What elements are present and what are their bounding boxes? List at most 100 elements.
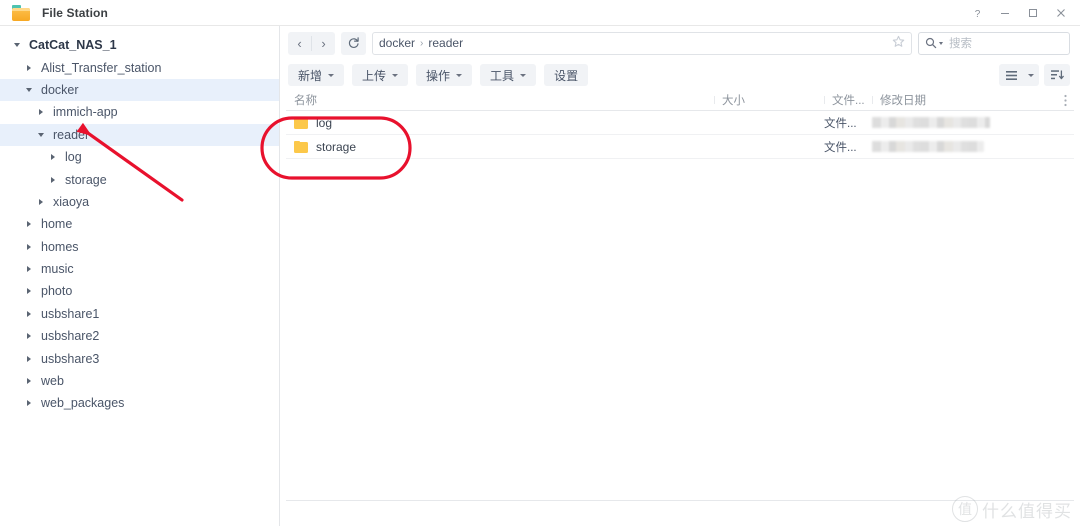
- chevron-down-icon[interactable]: [10, 43, 24, 48]
- sidebar-item-xiaoya[interactable]: xiaoya: [0, 191, 279, 213]
- sidebar-item-storage[interactable]: storage: [0, 168, 279, 190]
- file-name-cell[interactable]: storage: [286, 140, 714, 154]
- sidebar-item-label: homes: [41, 239, 79, 254]
- tools-button[interactable]: 工具: [480, 64, 537, 86]
- folder-icon: [12, 4, 30, 21]
- list-view-icon[interactable]: [999, 70, 1023, 81]
- chevron-down-icon[interactable]: [22, 87, 36, 92]
- close-button[interactable]: [1048, 1, 1074, 25]
- search-icon: [925, 37, 937, 49]
- sidebar-item-label: web_packages: [41, 396, 125, 411]
- file-name-label: storage: [316, 139, 357, 154]
- star-icon[interactable]: [892, 35, 905, 51]
- nav-buttons: ‹ ›: [288, 31, 335, 55]
- folder-tree-sidebar[interactable]: CatCat_NAS_1 Alist_Transfer_stationdocker…: [0, 26, 280, 526]
- chevron-right-icon[interactable]: [22, 64, 36, 71]
- sidebar-item-home[interactable]: home: [0, 213, 279, 235]
- column-header-date[interactable]: 修改日期: [872, 92, 1056, 108]
- action-button[interactable]: 操作: [416, 64, 473, 86]
- status-bar: [286, 500, 1074, 526]
- sidebar-item-label: immich-app: [53, 105, 118, 120]
- chevron-down-icon: [392, 73, 399, 77]
- file-name-cell[interactable]: log: [286, 116, 714, 130]
- column-header-size[interactable]: 大小: [714, 92, 824, 108]
- upload-button[interactable]: 上传: [352, 64, 409, 86]
- sidebar-item-immich-app[interactable]: immich-app: [0, 101, 279, 123]
- file-list-empty-area: [286, 159, 1074, 500]
- sidebar-item-homes[interactable]: homes: [0, 236, 279, 258]
- column-header-type[interactable]: 文件...: [824, 92, 872, 108]
- file-station-window: File Station ? CatCat_NAS_1 Alist_Transfe…: [0, 0, 1080, 526]
- sidebar-item-label: usbshare2: [41, 329, 100, 344]
- help-button[interactable]: ?: [964, 1, 990, 25]
- chevron-right-icon[interactable]: [34, 109, 48, 116]
- sidebar-item-catcat-nas-1[interactable]: CatCat_NAS_1: [0, 34, 279, 56]
- button-label: 工具: [490, 68, 515, 83]
- sidebar-item-reader[interactable]: reader: [0, 123, 279, 146]
- chevron-right-icon[interactable]: [46, 176, 60, 183]
- sidebar-item-label: xiaoya: [53, 194, 90, 209]
- file-list: 名称 大小 文件... 修改日期 log 文件... storage 文件...: [280, 90, 1080, 500]
- chevron-right-icon[interactable]: [22, 355, 36, 362]
- table-row[interactable]: log 文件...: [286, 111, 1074, 135]
- chevron-down-icon: [328, 73, 335, 77]
- chevron-right-icon[interactable]: [34, 198, 48, 205]
- sidebar-item-label: Alist_Transfer_station: [41, 60, 162, 75]
- sidebar-item-label: docker: [41, 82, 79, 97]
- chevron-down-icon: [456, 73, 463, 77]
- file-type-cell: 文件...: [824, 117, 857, 130]
- chevron-right-icon[interactable]: [22, 333, 36, 340]
- svg-text:?: ?: [974, 9, 980, 19]
- new-button[interactable]: 新增: [288, 64, 345, 86]
- search-input[interactable]: 搜索: [918, 31, 1070, 55]
- breadcrumb-item-reader[interactable]: reader: [428, 36, 463, 50]
- sort-icon[interactable]: [1044, 64, 1070, 86]
- refresh-button[interactable]: [341, 31, 366, 55]
- chevron-down-icon: [520, 73, 527, 77]
- sidebar-item-alist-transfer-station[interactable]: Alist_Transfer_station: [0, 56, 279, 78]
- sidebar-item-music[interactable]: music: [0, 258, 279, 280]
- action-toolbar: 新增 上传 操作 工具 设置: [280, 60, 1080, 90]
- breadcrumb-item-docker[interactable]: docker: [379, 36, 415, 50]
- window-title: File Station: [42, 5, 108, 20]
- sidebar-item-label: usbshare1: [41, 306, 100, 321]
- button-label: 操作: [426, 68, 451, 83]
- button-label: 新增: [298, 68, 323, 83]
- chevron-right-icon[interactable]: [22, 243, 36, 250]
- chevron-down-icon[interactable]: [1023, 73, 1039, 77]
- back-button[interactable]: ‹: [288, 32, 311, 55]
- maximize-button[interactable]: [1020, 1, 1046, 25]
- sidebar-item-docker[interactable]: docker: [0, 78, 279, 102]
- file-date-cell: [872, 141, 1056, 152]
- chevron-right-icon[interactable]: [22, 378, 36, 385]
- sidebar-item-label: usbshare3: [41, 351, 100, 366]
- column-header-name[interactable]: 名称: [286, 92, 714, 108]
- settings-button[interactable]: 设置: [544, 64, 589, 86]
- kebab-menu-icon[interactable]: [1056, 94, 1074, 107]
- sidebar-item-log[interactable]: log: [0, 146, 279, 168]
- chevron-right-icon[interactable]: [46, 154, 60, 161]
- minimize-button[interactable]: [992, 1, 1018, 25]
- sidebar-item-usbshare3[interactable]: usbshare3: [0, 347, 279, 369]
- sidebar-item-label: reader: [53, 127, 90, 142]
- chevron-right-icon[interactable]: [22, 221, 36, 228]
- forward-button[interactable]: ›: [312, 32, 335, 55]
- sidebar-item-web-packages[interactable]: web_packages: [0, 392, 279, 414]
- chevron-right-icon[interactable]: [22, 288, 36, 295]
- sidebar-item-label: photo: [41, 284, 73, 299]
- sidebar-item-usbshare2[interactable]: usbshare2: [0, 325, 279, 347]
- file-type-cell: 文件...: [824, 141, 857, 154]
- table-row[interactable]: storage 文件...: [286, 135, 1074, 159]
- chevron-down-icon[interactable]: [34, 132, 48, 137]
- button-label: 设置: [554, 68, 579, 83]
- breadcrumb[interactable]: docker › reader: [372, 31, 912, 55]
- chevron-down-icon[interactable]: [939, 41, 943, 45]
- chevron-right-icon[interactable]: [22, 310, 36, 317]
- sidebar-item-usbshare1[interactable]: usbshare1: [0, 303, 279, 325]
- chevron-right-icon[interactable]: [22, 266, 36, 273]
- sidebar-item-web[interactable]: web: [0, 370, 279, 392]
- sidebar-item-photo[interactable]: photo: [0, 280, 279, 302]
- view-mode-group[interactable]: [999, 64, 1039, 86]
- sidebar-item-label: home: [41, 217, 73, 232]
- chevron-right-icon[interactable]: [22, 400, 36, 407]
